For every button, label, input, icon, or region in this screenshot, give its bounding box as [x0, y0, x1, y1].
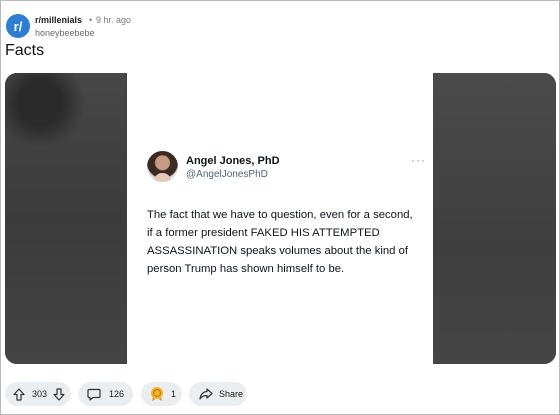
subreddit-icon[interactable]: r/: [6, 14, 30, 38]
share-button[interactable]: Share: [189, 382, 247, 406]
award-icon: [149, 386, 165, 402]
separator-dot: •: [89, 15, 93, 25]
subreddit-name[interactable]: r/millenials: [35, 15, 82, 25]
post-author[interactable]: honeybeebebe: [35, 28, 95, 38]
vote-count: 303: [32, 389, 48, 399]
award-count: 1: [171, 389, 177, 399]
arrow-up-icon[interactable]: [13, 387, 25, 401]
post-header: r/ r/millenials • 9 hr. ago honeybeebebe: [6, 11, 406, 41]
arrow-down-icon[interactable]: [53, 387, 65, 401]
comments-button[interactable]: 126: [78, 382, 133, 406]
image-blur-right: [433, 73, 556, 364]
tweet-author-handle: @AngelJonesPhD: [186, 169, 268, 180]
image-blur-left: [5, 73, 126, 364]
tweet-author-name: Angel Jones, PhD: [186, 155, 280, 167]
vote-control: 303: [5, 382, 71, 406]
tweet-screenshot: Angel Jones, PhD @AngelJonesPhD ··· The …: [127, 73, 433, 364]
comment-count: 126: [109, 389, 125, 399]
post-title[interactable]: Facts: [5, 42, 44, 60]
award-button[interactable]: 1: [141, 382, 182, 406]
share-label: Share: [219, 389, 244, 399]
tweet-text: The fact that we have to question, even …: [147, 209, 413, 275]
more-options-icon: ···: [411, 153, 426, 167]
share-arrow-icon: [199, 388, 213, 400]
comment-bubble-icon: [87, 388, 101, 401]
tweet-avatar: [147, 151, 178, 182]
post-image[interactable]: Angel Jones, PhD @AngelJonesPhD ··· The …: [5, 73, 556, 364]
post-time: 9 hr. ago: [96, 15, 132, 25]
